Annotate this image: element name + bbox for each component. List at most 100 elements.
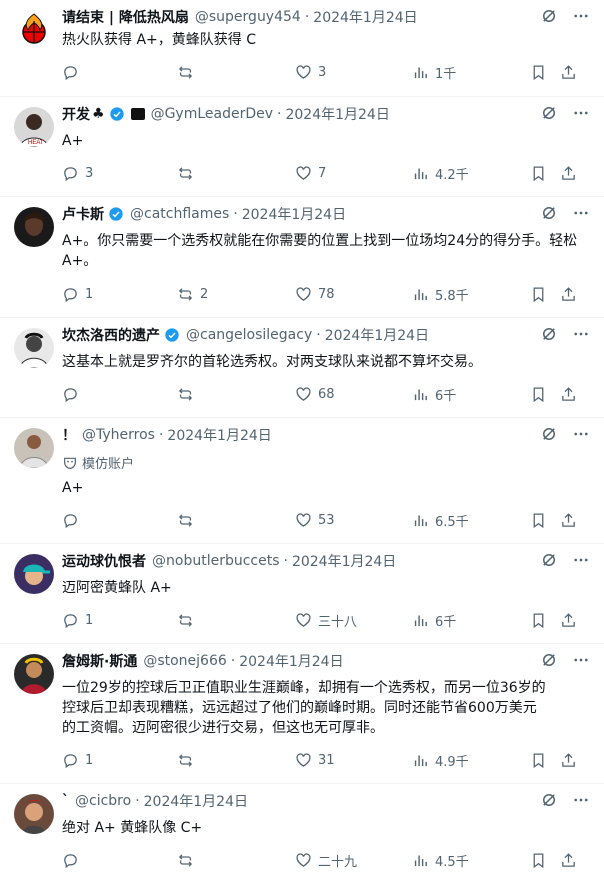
more-options-icon[interactable] [572,104,590,122]
verified-badge-icon[interactable] [109,106,125,122]
display-name[interactable]: 卢卡斯 [62,204,104,224]
handle[interactable]: @Tyherros [82,427,155,443]
views-button[interactable]: 4.9千 [412,750,469,770]
tweet[interactable]: 詹姆斯·斯通 @stonej666 · 2024年1月24日 一位29岁的控球后… [0,644,604,784]
grok-icon[interactable] [540,325,558,343]
reply-button[interactable]: 3 [62,163,93,183]
grok-icon[interactable] [540,104,558,122]
handle[interactable]: @cangelosilegacy [186,327,312,343]
reply-button[interactable]: 1 [62,284,93,304]
avatar[interactable] [14,10,54,50]
grok-icon[interactable] [540,551,558,569]
display-name[interactable]: 詹姆斯·斯通 [62,651,137,671]
avatar[interactable] [14,207,54,247]
like-button[interactable]: 78 [295,284,335,304]
like-button[interactable]: 53 [295,510,335,530]
tweet-date[interactable]: 2024年1月24日 [242,204,346,224]
more-options-icon[interactable] [572,325,590,343]
bookmark-button[interactable] [530,610,547,630]
like-button[interactable]: 3 [295,62,326,82]
handle[interactable]: @superguy454 [195,9,301,25]
display-name[interactable]: 请结束 | 降低热风扇 [62,7,189,27]
tweet-date[interactable]: 2024年1月24日 [144,791,248,811]
bookmark-button[interactable] [530,384,547,404]
handle[interactable]: @GymLeaderDev [151,106,273,122]
retweet-button[interactable] [177,62,200,82]
retweet-button[interactable] [177,384,200,404]
avatar[interactable] [14,794,54,834]
reply-button[interactable] [62,62,85,82]
share-button[interactable] [560,850,577,870]
handle[interactable]: @catchflames [130,206,229,222]
reply-button[interactable] [62,510,85,530]
bookmark-button[interactable] [530,62,547,82]
views-button[interactable]: 5.8千 [412,284,469,304]
bookmark-button[interactable] [530,750,547,770]
retweet-button[interactable] [177,163,200,183]
share-button[interactable] [560,163,577,183]
avatar[interactable] [14,428,54,468]
tweet[interactable]: ！ @Tyherros · 2024年1月24日 模仿账户 A+ 53 6.5千 [0,418,604,544]
grok-icon[interactable] [540,204,558,222]
bookmark-button[interactable] [530,163,547,183]
tweet[interactable]: 坎杰洛西的遗产 @cangelosilegacy · 2024年1月24日 这基… [0,318,604,418]
more-options-icon[interactable] [572,791,590,809]
retweet-button[interactable] [177,510,200,530]
display-name[interactable]: ` [62,793,69,809]
tweet-date[interactable]: 2024年1月24日 [239,651,343,671]
display-name[interactable]: 开发 [62,104,90,124]
avatar[interactable] [14,654,54,694]
share-button[interactable] [560,510,577,530]
share-button[interactable] [560,284,577,304]
bookmark-button[interactable] [530,284,547,304]
more-options-icon[interactable] [572,204,590,222]
avatar[interactable] [14,328,54,368]
tweet-date[interactable]: 2024年1月24日 [292,551,396,571]
avatar[interactable] [14,554,54,594]
more-options-icon[interactable] [572,425,590,443]
tweet[interactable]: 请结束 | 降低热风扇 @superguy454 · 2024年1月24日 热火… [0,0,604,97]
like-button[interactable]: 三十八 [295,610,357,630]
retweet-button[interactable] [177,750,200,770]
verified-badge-icon[interactable] [164,327,180,343]
affiliate-badge-icon[interactable] [130,108,145,120]
like-button[interactable]: 31 [295,750,335,770]
grok-icon[interactable] [540,651,558,669]
views-button[interactable]: 4.5千 [412,850,469,870]
like-button[interactable]: 7 [295,163,326,183]
more-options-icon[interactable] [572,7,590,25]
share-button[interactable] [560,610,577,630]
bookmark-button[interactable] [530,850,547,870]
verified-badge-icon[interactable] [108,206,124,222]
more-options-icon[interactable] [572,651,590,669]
views-button[interactable]: 6千 [412,610,456,630]
display-name[interactable]: 运动球仇恨者 [62,551,146,571]
share-button[interactable] [560,62,577,82]
tweet-date[interactable]: 2024年1月24日 [167,425,271,445]
views-button[interactable]: 4.2千 [412,163,469,183]
handle[interactable]: @nobutlerbuccets [152,553,280,569]
grok-icon[interactable] [540,7,558,25]
retweet-button[interactable]: 2 [177,284,208,304]
tweet[interactable]: 卢卡斯 @catchflames · 2024年1月24日 A+。你只需要一个选… [0,197,604,318]
tweet[interactable]: 运动球仇恨者 @nobutlerbuccets · 2024年1月24日 迈阿密… [0,544,604,644]
share-button[interactable] [560,750,577,770]
reply-button[interactable]: 1 [62,610,93,630]
display-name[interactable]: ！ [62,425,76,445]
grok-icon[interactable] [540,791,558,809]
tweet[interactable]: ` @cicbro · 2024年1月24日 绝对 A+ 黄蜂队像 C+ 二十九… [0,784,604,885]
retweet-button[interactable] [177,610,200,630]
tweet-date[interactable]: 2024年1月24日 [325,325,429,345]
avatar[interactable]: HEAT [14,107,54,147]
views-button[interactable]: 6.5千 [412,510,469,530]
views-button[interactable]: 1千 [412,62,456,82]
display-name[interactable]: 坎杰洛西的遗产 [62,325,160,345]
like-button[interactable]: 68 [295,384,335,404]
reply-button[interactable] [62,850,85,870]
tweet[interactable]: HEAT 开发 ♣ @GymLeaderDev · 2024年1月24日 A+ … [0,97,604,197]
views-button[interactable]: 6千 [412,384,456,404]
retweet-button[interactable] [177,850,200,870]
bookmark-button[interactable] [530,510,547,530]
reply-button[interactable] [62,384,85,404]
handle[interactable]: @cicbro [75,793,131,809]
